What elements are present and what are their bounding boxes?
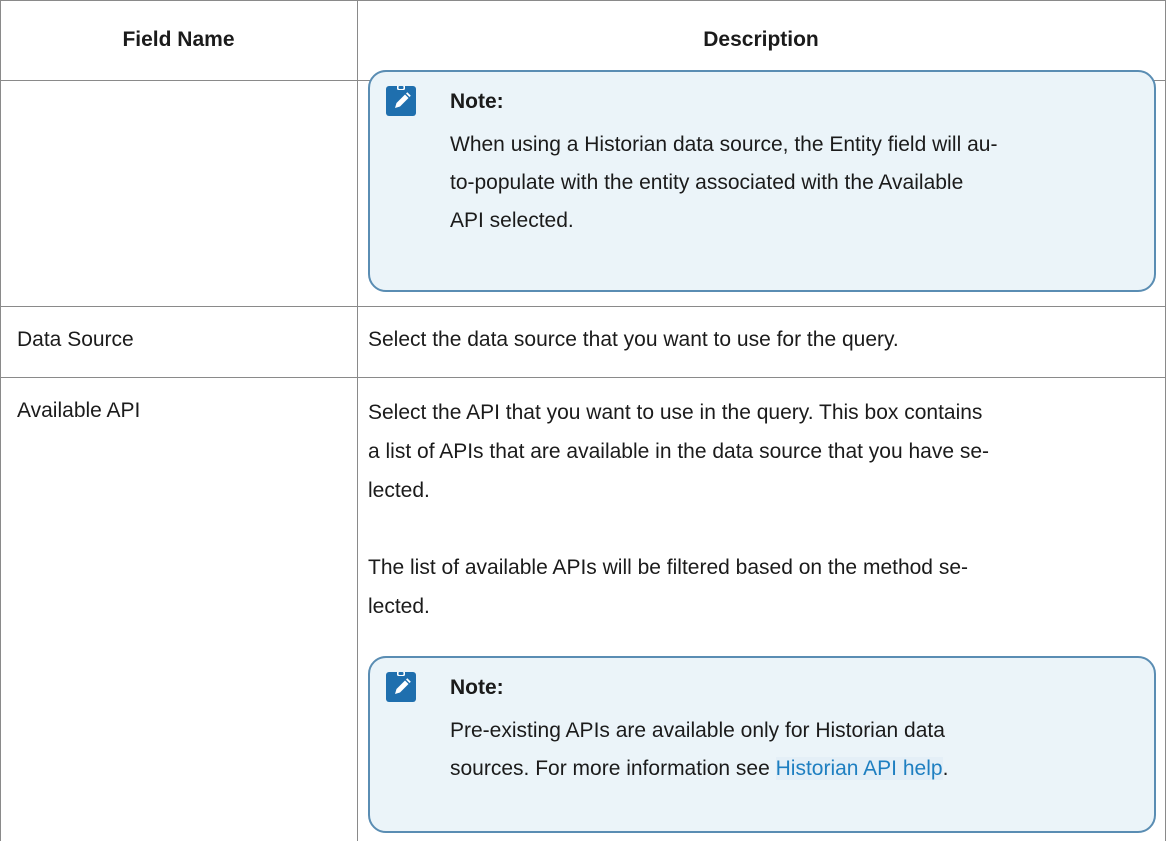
- row-rule-2: [0, 377, 1166, 378]
- note-body-end: .: [942, 757, 949, 780]
- table-left-border: [0, 0, 1, 841]
- note-callout-entity: Note: When using a Historian data source…: [368, 70, 1156, 292]
- field-description-table: Field Name Description Note: When using …: [0, 0, 1166, 841]
- note-body: When using a Historian data source, the …: [450, 133, 998, 232]
- header-field-name: Field Name: [122, 28, 235, 51]
- field-cell-available-api: Available API: [17, 399, 141, 422]
- column-divider: [357, 0, 358, 841]
- header-description: Description: [703, 28, 819, 51]
- note-title: Note:: [450, 676, 504, 699]
- note-title: Note:: [450, 90, 504, 113]
- note-callout-historian-api: Note: Pre-existing APIs are available on…: [368, 656, 1156, 833]
- description-paragraph-2: The list of available APIs will be filte…: [368, 556, 968, 618]
- description-cell-data-source: Select the data source that you want to …: [368, 328, 899, 351]
- pencil-clipboard-icon: [386, 86, 416, 116]
- description-paragraph-1: Select the API that you want to use in t…: [368, 401, 990, 502]
- note-body: Pre-existing APIs are available only for…: [450, 712, 1134, 788]
- historian-api-help-link[interactable]: Historian API help: [775, 757, 943, 780]
- row-rule-1: [0, 306, 1166, 307]
- pencil-clipboard-icon: [386, 672, 416, 702]
- field-cell-data-source: Data Source: [17, 328, 134, 351]
